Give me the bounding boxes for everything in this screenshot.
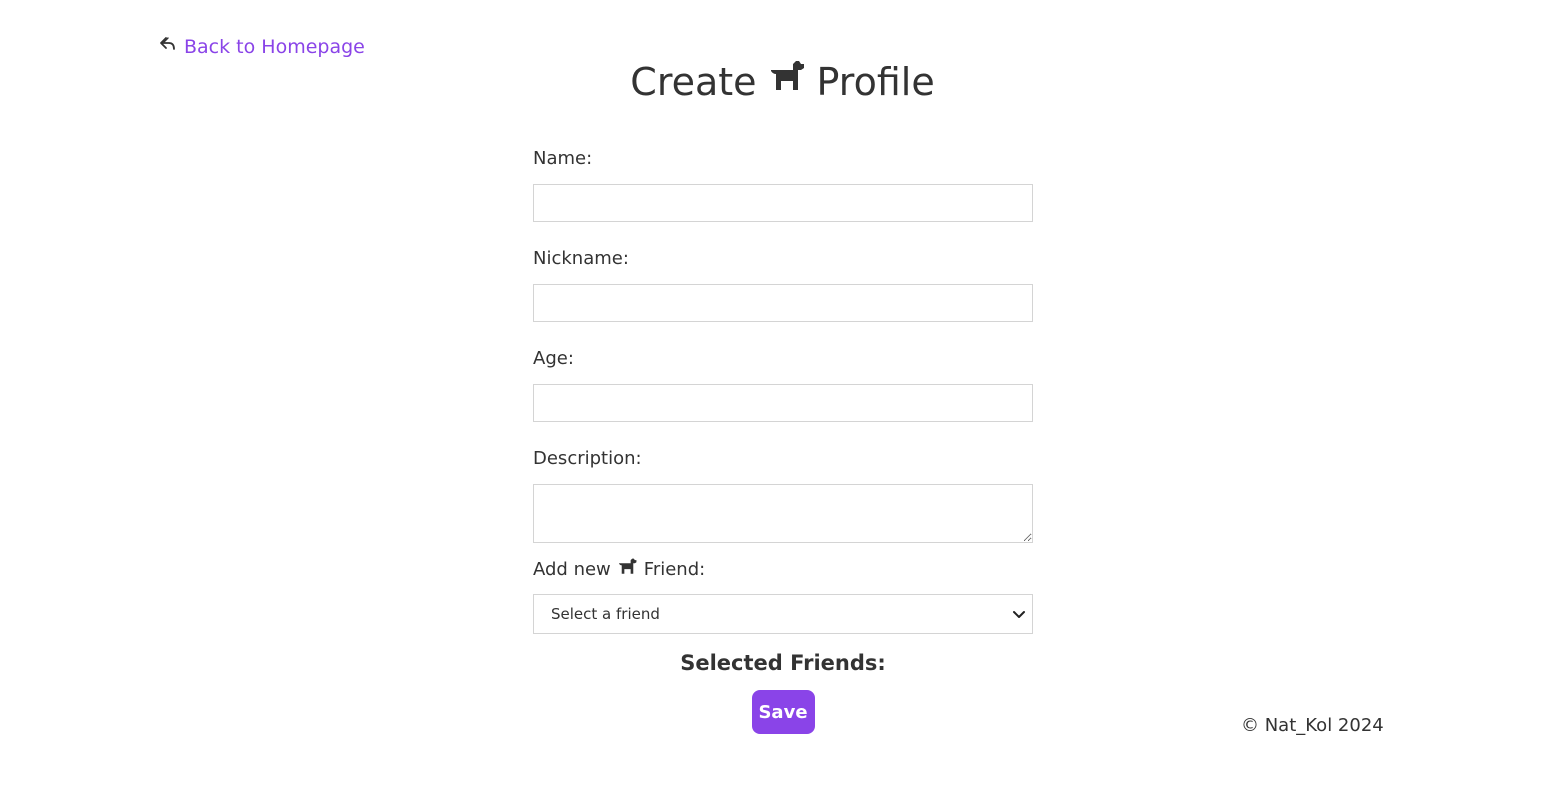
page-title: Create Profile bbox=[0, 60, 1547, 104]
add-friend-label: Add new Friend: bbox=[533, 557, 1033, 583]
page-title-prefix: Create bbox=[630, 60, 757, 104]
friend-select[interactable]: Select a friend bbox=[533, 594, 1033, 634]
dog-icon bbox=[767, 58, 807, 98]
add-friend-label-suffix: Friend: bbox=[643, 559, 706, 580]
footer-copyright: © Nat_Kol 2024 bbox=[1241, 715, 1384, 736]
reply-arrow-icon bbox=[159, 35, 177, 53]
description-textarea[interactable] bbox=[533, 484, 1033, 543]
dog-icon bbox=[617, 557, 638, 578]
back-to-homepage-link[interactable]: Back to Homepage bbox=[159, 36, 365, 58]
page-title-suffix: Profile bbox=[816, 60, 935, 104]
nickname-input[interactable] bbox=[533, 284, 1033, 322]
add-friend-label-prefix: Add new bbox=[533, 559, 611, 580]
selected-friends-heading: Selected Friends: bbox=[680, 651, 886, 675]
page: Back to Homepage Create Profile Name: Ni… bbox=[0, 0, 1547, 807]
name-label: Name: bbox=[533, 148, 593, 169]
age-label: Age: bbox=[533, 348, 574, 369]
save-row: Save bbox=[533, 690, 1033, 734]
age-input[interactable] bbox=[533, 384, 1033, 422]
friend-select-box[interactable]: Select a friend bbox=[533, 594, 1033, 634]
description-label: Description: bbox=[533, 448, 642, 469]
friend-select-value: Select a friend bbox=[551, 605, 660, 623]
create-profile-form: Name: Nickname: Age: Description: Add ne… bbox=[533, 146, 1033, 734]
chevron-down-icon bbox=[1011, 606, 1027, 622]
save-button[interactable]: Save bbox=[751, 690, 815, 734]
name-input[interactable] bbox=[533, 184, 1033, 222]
back-to-homepage-label: Back to Homepage bbox=[184, 36, 365, 58]
nickname-label: Nickname: bbox=[533, 248, 629, 269]
